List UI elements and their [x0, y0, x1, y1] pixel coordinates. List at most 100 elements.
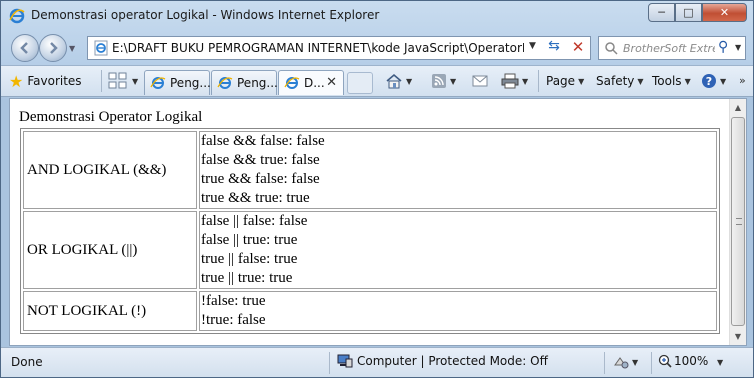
quick-tabs-icon[interactable] — [108, 72, 128, 90]
operator-table: AND LOGIKAL (&&) false && false: false fal… — [20, 128, 720, 334]
help-icon: ? — [702, 74, 716, 88]
tab-label: D... — [304, 76, 325, 90]
tools-dropdown-icon: ▼ — [684, 76, 691, 86]
help-button[interactable]: ? ▼ — [701, 70, 726, 92]
vertical-scrollbar[interactable]: ▲ ▼ — [729, 99, 746, 345]
protected-mode-button[interactable]: ▼ — [613, 355, 638, 369]
page-menu[interactable]: Page ▼ — [546, 70, 584, 92]
safety-dropdown-icon: ▼ — [637, 76, 644, 86]
scrollbar-thumb[interactable] — [731, 117, 745, 326]
feeds-dropdown-icon[interactable]: ▼ — [450, 77, 456, 86]
tab-label: Peng... — [170, 76, 211, 90]
mail-icon — [472, 75, 488, 87]
svg-text:?: ? — [706, 75, 712, 88]
status-bar: Done Computer | Protected Mode: Off ▼ 10… — [1, 347, 753, 377]
back-arrow-icon — [20, 42, 28, 54]
operator-label: NOT LOGIKAL (!) — [23, 291, 197, 331]
ie-page-icon — [217, 77, 233, 89]
home-dropdown-icon[interactable]: ▼ — [406, 77, 412, 86]
tab-label: Peng... — [237, 76, 278, 90]
url-text[interactable]: E:\DRAFT BUKU PEMROGRAMAN INTERNET\kode … — [112, 41, 524, 55]
tab-3-active[interactable]: D... ✕ — [278, 70, 344, 95]
address-bar[interactable]: E:\DRAFT BUKU PEMROGRAMAN INTERNET\kode … — [87, 36, 591, 60]
separator — [329, 352, 330, 374]
zoom-level: 100% — [674, 354, 709, 368]
operator-row: AND LOGIKAL (&&) false && false: false fal… — [23, 131, 717, 209]
rss-feed-icon — [432, 74, 446, 88]
tools-menu[interactable]: Tools ▼ — [652, 70, 691, 92]
result-line: true || true: true — [201, 270, 293, 286]
tab-2[interactable]: Peng... — [211, 70, 278, 95]
safety-menu[interactable]: Safety ▼ — [596, 70, 644, 92]
tab-list-dropdown-icon[interactable]: ▼ — [132, 77, 138, 86]
help-dropdown-icon[interactable]: ▼ — [720, 77, 726, 86]
zoom-dropdown-icon[interactable]: ▼ — [717, 358, 723, 367]
print-dropdown-icon[interactable]: ▼ — [522, 77, 528, 86]
window-controls: ─ □ ✕ — [648, 3, 747, 22]
favorites-button[interactable]: ★ Favorites — [9, 70, 82, 92]
maximize-button[interactable]: □ — [675, 3, 702, 22]
operator-row: OR LOGIKAL (||) false || false: false fals… — [23, 211, 717, 289]
scroll-grip-icon — [736, 218, 742, 225]
security-zone[interactable]: Computer | Protected Mode: Off — [337, 354, 548, 368]
history-dropdown-icon[interactable]: ▼ — [69, 44, 75, 53]
browser-window: Demonstrasi operator Logikal - Windows I… — [0, 0, 754, 378]
status-text: Done — [11, 355, 43, 369]
home-button[interactable]: ▼ — [385, 70, 412, 92]
back-button[interactable] — [11, 34, 39, 62]
result-line: false || false: false — [201, 213, 308, 229]
print-button[interactable]: ▼ — [501, 70, 528, 92]
toolbar-overflow-icon[interactable]: » — [739, 74, 746, 87]
forward-arrow-icon — [50, 42, 58, 54]
result-line: false && false: false — [201, 133, 325, 149]
result-line: false || true: true — [201, 232, 298, 248]
separator — [651, 352, 652, 374]
forward-button[interactable] — [39, 34, 67, 62]
ie-page-icon — [150, 77, 166, 89]
page-heading: Demonstrasi Operator Logikal — [19, 109, 203, 125]
title-bar: Demonstrasi operator Logikal - Windows I… — [1, 1, 753, 31]
operator-results: !false: true !true: false — [199, 291, 717, 331]
operator-row: NOT LOGIKAL (!) !false: true !true: false — [23, 291, 717, 331]
result-line: true && true: true — [201, 190, 310, 206]
ie-logo-icon — [9, 8, 25, 24]
result-line: true && false: false — [201, 171, 320, 187]
search-dropdown-icon[interactable]: ▼ — [735, 43, 741, 52]
page-menu-label: Page — [546, 74, 576, 88]
scroll-up-icon[interactable]: ▲ — [730, 99, 746, 116]
read-mail-button[interactable] — [472, 70, 488, 92]
favorites-label: Favorites — [27, 74, 82, 88]
star-icon: ★ — [9, 71, 24, 91]
scroll-down-icon[interactable]: ▼ — [730, 328, 746, 345]
ie-page-icon — [284, 77, 300, 89]
home-icon — [386, 73, 402, 89]
tab-1[interactable]: Peng... — [144, 70, 211, 95]
search-input[interactable]: BrotherSoft Extreme — [623, 42, 715, 55]
tools-menu-label: Tools — [652, 74, 682, 88]
computer-zone-icon — [337, 354, 353, 368]
printer-icon — [501, 73, 519, 89]
close-tab-icon[interactable]: ✕ — [326, 75, 337, 90]
new-tab-button[interactable] — [347, 72, 373, 94]
minimize-button[interactable]: ─ — [648, 3, 675, 22]
refresh-icon[interactable]: ⇆ — [544, 38, 564, 58]
separator — [538, 70, 539, 92]
address-dropdown-icon[interactable]: ▼ — [529, 41, 536, 51]
stop-icon[interactable]: ✕ — [568, 38, 588, 58]
result-line: true || false: true — [201, 251, 298, 267]
navigation-bar: ▼ E:\DRAFT BUKU PEMROGRAMAN INTERNET\kod… — [1, 32, 753, 64]
page-dropdown-icon: ▼ — [578, 76, 585, 86]
result-line: false && true: false — [201, 152, 320, 168]
operator-results: false || false: false false || true: true… — [199, 211, 717, 289]
result-line: !false: true — [201, 293, 266, 309]
pinned-sites-icon — [614, 357, 629, 369]
feeds-button[interactable]: ▼ — [431, 70, 456, 92]
security-zone-label: Computer | Protected Mode: Off — [357, 354, 548, 368]
zoom-control[interactable]: 100% — [658, 354, 708, 368]
search-box[interactable]: BrotherSoft Extreme ⚲ ▼ — [598, 36, 746, 60]
page-viewport: Demonstrasi Operator Logikal AND LOGIKAL… — [9, 98, 747, 346]
close-button[interactable]: ✕ — [702, 3, 747, 22]
operator-label: OR LOGIKAL (||) — [23, 211, 197, 289]
search-icon[interactable]: ⚲ — [718, 39, 728, 55]
favorites-bar: ★ Favorites ▼ Peng... Peng... D... ✕ ▼ ▼… — [1, 65, 753, 97]
